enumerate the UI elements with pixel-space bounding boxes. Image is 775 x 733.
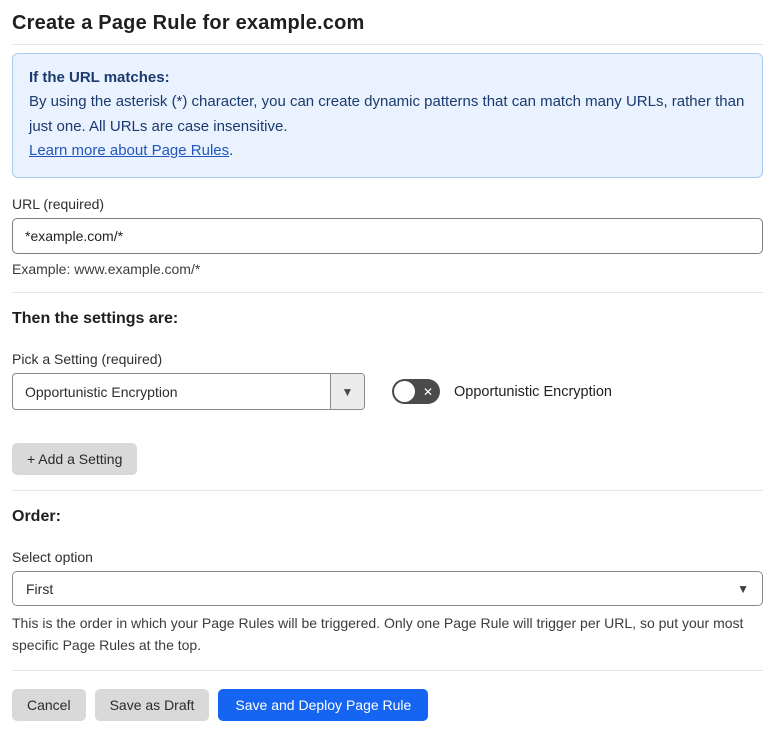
- title-divider: [12, 44, 763, 45]
- toggle-label: Opportunistic Encryption: [454, 383, 612, 400]
- section-divider-1: [12, 292, 763, 294]
- section-divider-2: [12, 490, 763, 492]
- order-select[interactable]: First ▼: [12, 571, 763, 607]
- setting-dropdown-caret-button[interactable]: ▼: [330, 374, 364, 410]
- create-page-rule-modal: Create a Page Rule for example.com If th…: [0, 0, 775, 733]
- url-example-text: Example: www.example.com/*: [12, 261, 201, 278]
- info-box-link-line: Learn more about Page Rules.: [29, 139, 746, 163]
- add-setting-button[interactable]: + Add a Setting: [12, 443, 138, 476]
- order-section-heading: Order:: [12, 508, 61, 526]
- learn-more-link[interactable]: Learn more about Page Rules: [29, 142, 229, 159]
- page-title: Create a Page Rule for example.com: [12, 12, 365, 34]
- url-field-label: URL (required): [12, 196, 105, 213]
- setting-toggle[interactable]: ✕: [392, 379, 440, 405]
- setting-dropdown-value: Opportunistic Encryption: [25, 383, 178, 400]
- order-help-text: This is the order in which your Page Rul…: [12, 615, 744, 653]
- url-input[interactable]: [12, 218, 763, 255]
- pick-setting-label: Pick a Setting (required): [12, 351, 163, 368]
- info-box-body: By using the asterisk (*) character, you…: [29, 93, 745, 135]
- toggle-off-x-icon: ✕: [422, 384, 433, 399]
- setting-row: Opportunistic Encryption ▼ ✕ Opportunist…: [12, 373, 763, 411]
- settings-section-heading: Then the settings are:: [12, 310, 179, 328]
- save-and-deploy-button[interactable]: Save and Deploy Page Rule: [218, 688, 429, 721]
- setting-dropdown[interactable]: Opportunistic Encryption ▼: [12, 373, 365, 411]
- cancel-button[interactable]: Cancel: [12, 688, 86, 721]
- footer-divider: [12, 669, 763, 671]
- footer-actions: Cancel Save as Draft Save and Deploy Pag…: [12, 688, 763, 721]
- chevron-down-icon: ▼: [341, 384, 354, 399]
- info-box-heading: If the URL matches:: [29, 69, 170, 86]
- url-match-info-box: If the URL matches: By using the asteris…: [12, 53, 763, 179]
- link-suffix: .: [229, 141, 234, 159]
- toggle-knob: [394, 381, 415, 403]
- order-select-value: First: [26, 580, 54, 597]
- chevron-down-icon: ▼: [737, 581, 749, 596]
- order-select-label: Select option: [12, 549, 93, 566]
- save-as-draft-button[interactable]: Save as Draft: [94, 688, 210, 721]
